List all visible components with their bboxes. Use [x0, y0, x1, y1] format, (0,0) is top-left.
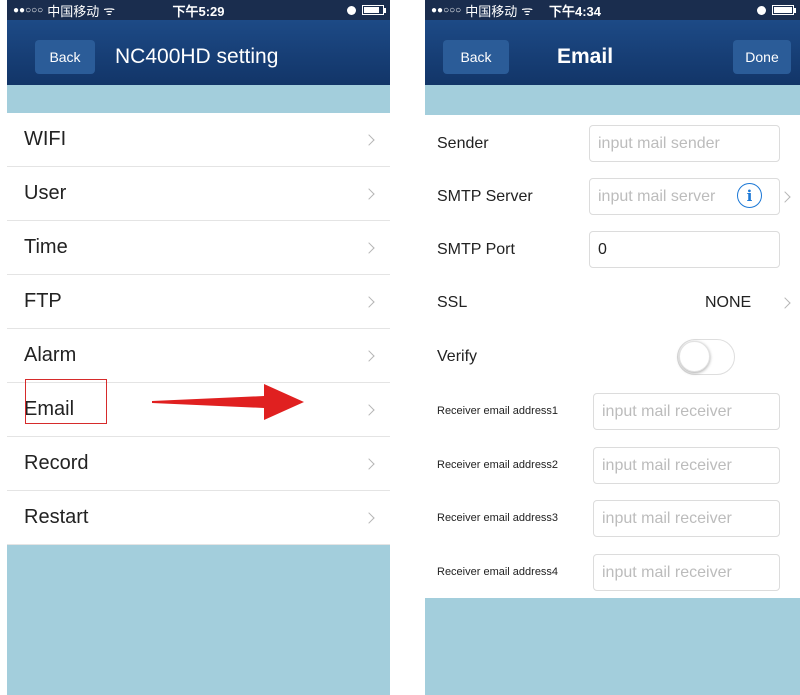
receiver-3-input[interactable]: input mail receiver: [593, 500, 780, 537]
receiver-2-input[interactable]: input mail receiver: [593, 447, 780, 484]
battery-icon: [362, 5, 386, 15]
nav-bar: Back NC400HD setting: [7, 20, 390, 85]
alarm-icon: [757, 5, 766, 15]
smtp-server-label: SMTP Server: [437, 188, 533, 205]
receiver-4-input[interactable]: input mail receiver: [593, 554, 780, 591]
header-band: [425, 85, 800, 115]
wifi-icon: ᯤ: [521, 3, 534, 18]
receiver-1-input[interactable]: input mail receiver: [593, 393, 780, 430]
sender-input[interactable]: input mail sender: [589, 125, 780, 162]
verify-toggle[interactable]: [677, 339, 735, 375]
status-bar: ●●○○○ 中国移动 ᯤ 下午5:29: [7, 0, 390, 20]
menu-item-wifi[interactable]: WIFI: [7, 113, 390, 167]
menu-item-time[interactable]: Time: [7, 221, 390, 275]
settings-screen: ●●○○○ 中国移动 ᯤ 下午5:29 Back NC400HD setting…: [7, 0, 390, 695]
footer-band: [7, 545, 390, 695]
carrier-name: 中国移动: [465, 3, 518, 19]
status-time: 下午5:29: [172, 3, 225, 19]
sender-label: Sender: [437, 135, 489, 152]
signal-dots: ●●○○○: [13, 4, 44, 16]
ssl-label: SSL: [437, 294, 468, 311]
annotation-arrow-icon: [152, 380, 304, 424]
status-time: 下午4:34: [548, 3, 602, 19]
menu-item-ftp[interactable]: FTP: [7, 275, 390, 329]
ssl-value: NONE: [705, 294, 752, 311]
ssl-row[interactable]: SSL NONE: [425, 280, 800, 326]
email-settings-screen: ●●○○○ 中国移动 ᯤ 下午4:34 Back Email Done Send…: [425, 0, 800, 695]
chevron-right-icon: [363, 134, 375, 146]
menu-item-alarm[interactable]: Alarm: [7, 329, 390, 383]
menu-item-label: User: [24, 182, 67, 204]
menu-item-label: WIFI: [24, 128, 67, 150]
chevron-right-icon: [363, 296, 375, 308]
page-title: Email: [557, 45, 614, 68]
page-title: NC400HD setting: [115, 45, 279, 68]
chevron-right-icon: [363, 512, 375, 524]
menu-item-label: Time: [24, 236, 68, 258]
signal-dots: ●●○○○: [431, 4, 462, 16]
smtp-port-label: SMTP Port: [437, 241, 515, 258]
alarm-icon: [347, 5, 356, 15]
smtp-port-input[interactable]: 0: [589, 231, 780, 268]
menu-item-label: Restart: [24, 506, 89, 528]
receiver-1-label: Receiver email address1: [437, 405, 559, 417]
back-button[interactable]: Back: [35, 40, 95, 74]
receiver-4-label: Receiver email address4: [437, 566, 559, 578]
chevron-right-icon: [779, 297, 791, 309]
toggle-knob: [679, 341, 710, 372]
info-icon[interactable]: i: [737, 183, 762, 208]
back-button[interactable]: Back: [443, 40, 509, 74]
chevron-right-icon: [779, 191, 791, 203]
menu-item-label: Record: [24, 452, 89, 474]
battery-icon: [772, 5, 796, 15]
verify-label: Verify: [437, 348, 478, 365]
menu-item-user[interactable]: User: [7, 167, 390, 221]
email-highlight-box: [25, 379, 107, 424]
wifi-icon: ᯤ: [103, 3, 116, 18]
menu-item-label: Alarm: [24, 344, 77, 366]
menu-item-label: FTP: [24, 290, 62, 312]
chevron-right-icon: [363, 404, 375, 416]
receiver-3-label: Receiver email address3: [437, 512, 559, 524]
done-button[interactable]: Done: [733, 40, 791, 74]
chevron-right-icon: [363, 458, 375, 470]
receiver-2-label: Receiver email address2: [437, 459, 559, 471]
menu-item-record[interactable]: Record: [7, 437, 390, 491]
nav-bar: Back Email Done: [425, 20, 800, 85]
chevron-right-icon: [363, 350, 375, 362]
carrier-name: 中国移动: [47, 3, 100, 19]
menu-item-restart[interactable]: Restart: [7, 491, 390, 545]
status-bar: ●●○○○ 中国移动 ᯤ 下午4:34: [425, 0, 800, 20]
chevron-right-icon: [363, 242, 375, 254]
footer-band: [425, 598, 800, 695]
chevron-right-icon: [363, 188, 375, 200]
header-band: [7, 85, 390, 113]
